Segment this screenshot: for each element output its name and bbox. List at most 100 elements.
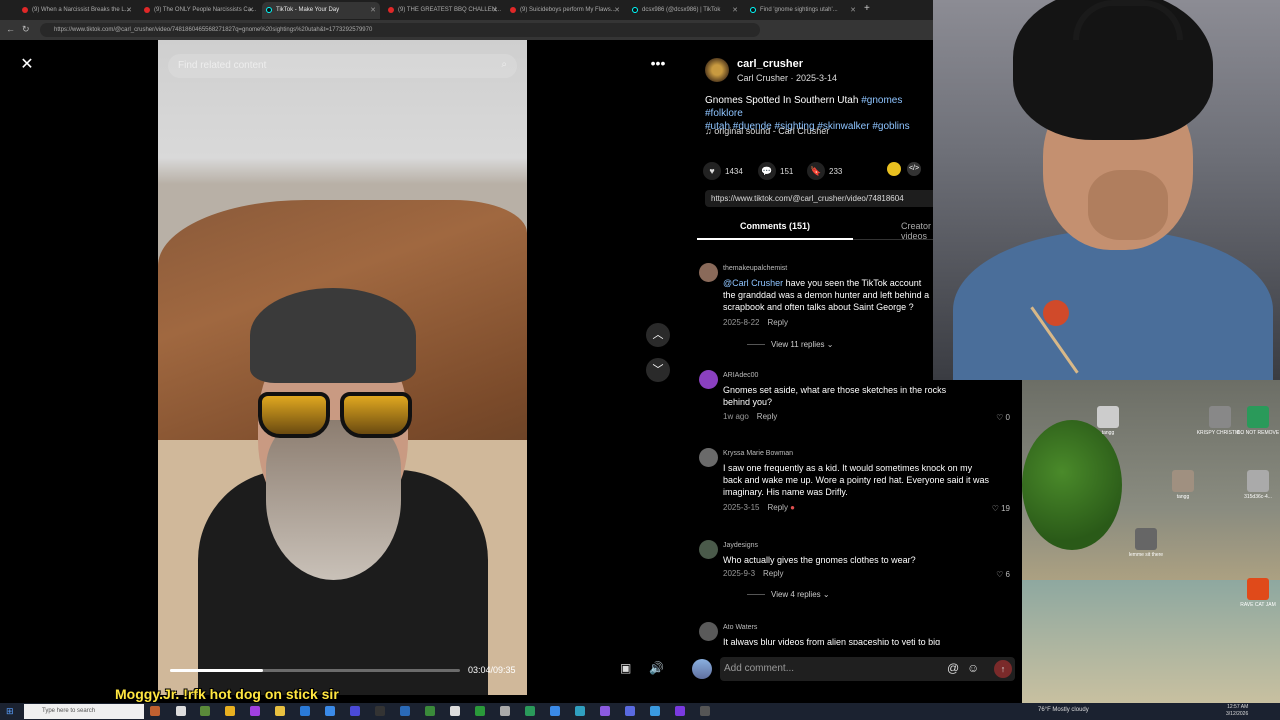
- steam-icon[interactable]: [700, 706, 710, 716]
- browser-tab[interactable]: (9) When a Narcissist Breaks the L... ✕: [18, 2, 136, 19]
- task-view-icon[interactable]: [176, 706, 186, 716]
- video-progress-bar[interactable]: [170, 669, 460, 672]
- close-tab-icon[interactable]: ✕: [126, 6, 132, 14]
- browser-tab[interactable]: (9) The ONLY People Narcissists Ca... ✕: [140, 2, 258, 19]
- sound-link[interactable]: ♫ original sound - Carl Crusher: [705, 126, 829, 136]
- next-video-button[interactable]: ﹀: [646, 358, 670, 382]
- search-icon[interactable]: ⌕: [501, 59, 507, 70]
- related-content-search[interactable]: Find related content ⌕: [168, 54, 517, 78]
- folder-icon[interactable]: [275, 706, 285, 716]
- close-tab-icon[interactable]: ✕: [248, 6, 254, 14]
- app-icon[interactable]: [250, 706, 260, 716]
- app-icon[interactable]: [550, 706, 560, 716]
- copy-link-field[interactable]: https://www.tiktok.com/@carl_crusher/vid…: [705, 190, 933, 207]
- comment-username[interactable]: themakeupalchemist: [723, 265, 787, 272]
- close-tab-icon[interactable]: ✕: [492, 6, 498, 14]
- chrome-icon[interactable]: [225, 706, 235, 716]
- desktop-icon[interactable]: RAVE CAT JAM: [1228, 578, 1280, 608]
- app-icon[interactable]: [350, 706, 360, 716]
- taskbar-search[interactable]: Type here to search: [24, 704, 144, 719]
- app-icon[interactable]: [600, 706, 610, 716]
- active-tab-underline: [697, 238, 853, 240]
- like-button[interactable]: ♥ 1434: [703, 162, 743, 180]
- more-options-icon[interactable]: •••: [646, 55, 670, 75]
- app-icon[interactable]: [400, 706, 410, 716]
- reply-button[interactable]: Reply: [757, 412, 777, 421]
- app-icon[interactable]: [675, 706, 685, 716]
- emoji-icon[interactable]: ☺: [967, 661, 979, 675]
- browser-tab[interactable]: dcsx986 (@dcsx986) | TikTok ✕: [628, 2, 742, 19]
- username[interactable]: carl_crusher: [737, 58, 803, 70]
- discord-icon[interactable]: [625, 706, 635, 716]
- app-icon[interactable]: [525, 706, 535, 716]
- view-replies-button[interactable]: View 11 replies ⌄: [747, 340, 833, 349]
- comment-like-button[interactable]: ♡ 19: [992, 504, 1010, 513]
- bookmark-button[interactable]: 🔖 233: [807, 162, 842, 180]
- picture-in-picture-icon[interactable]: ▣: [620, 661, 631, 675]
- reply-button[interactable]: Reply: [767, 503, 787, 512]
- browser-tab[interactable]: (9) Suicideboys perform My Flaws... ✕: [506, 2, 624, 19]
- app-icon[interactable]: [200, 706, 210, 716]
- heart-outline-icon: ♡: [996, 413, 1006, 422]
- app-icon[interactable]: [150, 706, 160, 716]
- avatar[interactable]: [699, 540, 718, 559]
- close-tab-icon[interactable]: ✕: [614, 6, 620, 14]
- browser-tab[interactable]: (9) THE GREATEST BBQ CHALLEN... ✕: [384, 2, 502, 19]
- close-tab-icon[interactable]: ✕: [732, 6, 738, 14]
- reply-button[interactable]: Reply: [767, 318, 787, 327]
- avatar[interactable]: [705, 58, 729, 82]
- app-icon[interactable]: [500, 706, 510, 716]
- tiktok-icon: [266, 7, 272, 13]
- browser-tab[interactable]: Find 'gnome sightings utah'... ✕: [746, 2, 860, 19]
- comment-button[interactable]: 💬 151: [758, 162, 793, 180]
- app-icon[interactable]: [475, 706, 485, 716]
- tiktok-icon: [632, 7, 638, 13]
- view-replies-button[interactable]: View 4 replies ⌄: [747, 590, 830, 599]
- new-tab-icon[interactable]: +: [864, 3, 870, 14]
- edge-icon[interactable]: [300, 706, 310, 716]
- avatar[interactable]: [699, 622, 718, 641]
- reload-icon[interactable]: ↻: [22, 24, 30, 35]
- close-tab-icon[interactable]: ✕: [370, 6, 376, 14]
- comment-username[interactable]: Ato Waters: [723, 624, 757, 631]
- right-lens: [340, 392, 412, 438]
- file-icon: [1247, 578, 1269, 600]
- avatar[interactable]: [699, 448, 718, 467]
- desktop-icon[interactable]: tangg: [1153, 470, 1213, 500]
- mention-icon[interactable]: @: [947, 661, 959, 675]
- avatar[interactable]: [699, 370, 718, 389]
- video-player[interactable]: Find related content ⌕ 03:04/09:35: [158, 40, 527, 695]
- tab-comments[interactable]: Comments (151): [697, 221, 853, 231]
- browser-tab-active[interactable]: TikTok - Make Your Day ✕: [262, 2, 380, 19]
- desktop-icon[interactable]: 315d36c-4...: [1228, 470, 1280, 500]
- desktop-icon[interactable]: lemme sit there: [1116, 528, 1176, 558]
- comment-username[interactable]: Jaydesigns: [723, 542, 758, 549]
- comment-like-button[interactable]: ♡ 0: [996, 413, 1010, 422]
- app-icon[interactable]: [575, 706, 585, 716]
- url-input[interactable]: https://www.tiktok.com/@carl_crusher/vid…: [40, 23, 760, 37]
- send-icon[interactable]: ↑: [994, 660, 1012, 678]
- tab-creator-videos[interactable]: Creator videos: [901, 221, 933, 241]
- windows-start-icon[interactable]: ⊞: [6, 706, 16, 716]
- app-icon[interactable]: [450, 706, 460, 716]
- coin-icon[interactable]: [887, 162, 901, 176]
- weather-widget[interactable]: 76°F Mostly cloudy: [1038, 707, 1089, 713]
- app-icon[interactable]: [650, 706, 660, 716]
- volume-icon[interactable]: 🔊: [649, 661, 664, 675]
- desktop-icon[interactable]: tangg: [1078, 406, 1138, 436]
- embed-icon[interactable]: </>: [907, 162, 921, 176]
- comment-username[interactable]: Kryssa Marie Bowman: [723, 450, 793, 457]
- system-clock[interactable]: 12:57 AM 3/12/2026: [1226, 704, 1248, 718]
- app-icon[interactable]: [325, 706, 335, 716]
- comment-like-button[interactable]: ♡ 6: [996, 570, 1010, 579]
- app-icon[interactable]: [425, 706, 435, 716]
- previous-video-button[interactable]: ︿: [646, 323, 670, 347]
- back-icon[interactable]: ←: [6, 24, 15, 34]
- desktop-icon[interactable]: DO NOT REMOVE: [1228, 406, 1280, 436]
- close-tab-icon[interactable]: ✕: [850, 6, 856, 14]
- close-icon[interactable]: ✕: [16, 54, 38, 76]
- app-icon[interactable]: [375, 706, 385, 716]
- avatar[interactable]: [699, 263, 718, 282]
- reply-button[interactable]: Reply: [763, 569, 783, 578]
- comment-username[interactable]: ARIAdec00: [723, 372, 758, 379]
